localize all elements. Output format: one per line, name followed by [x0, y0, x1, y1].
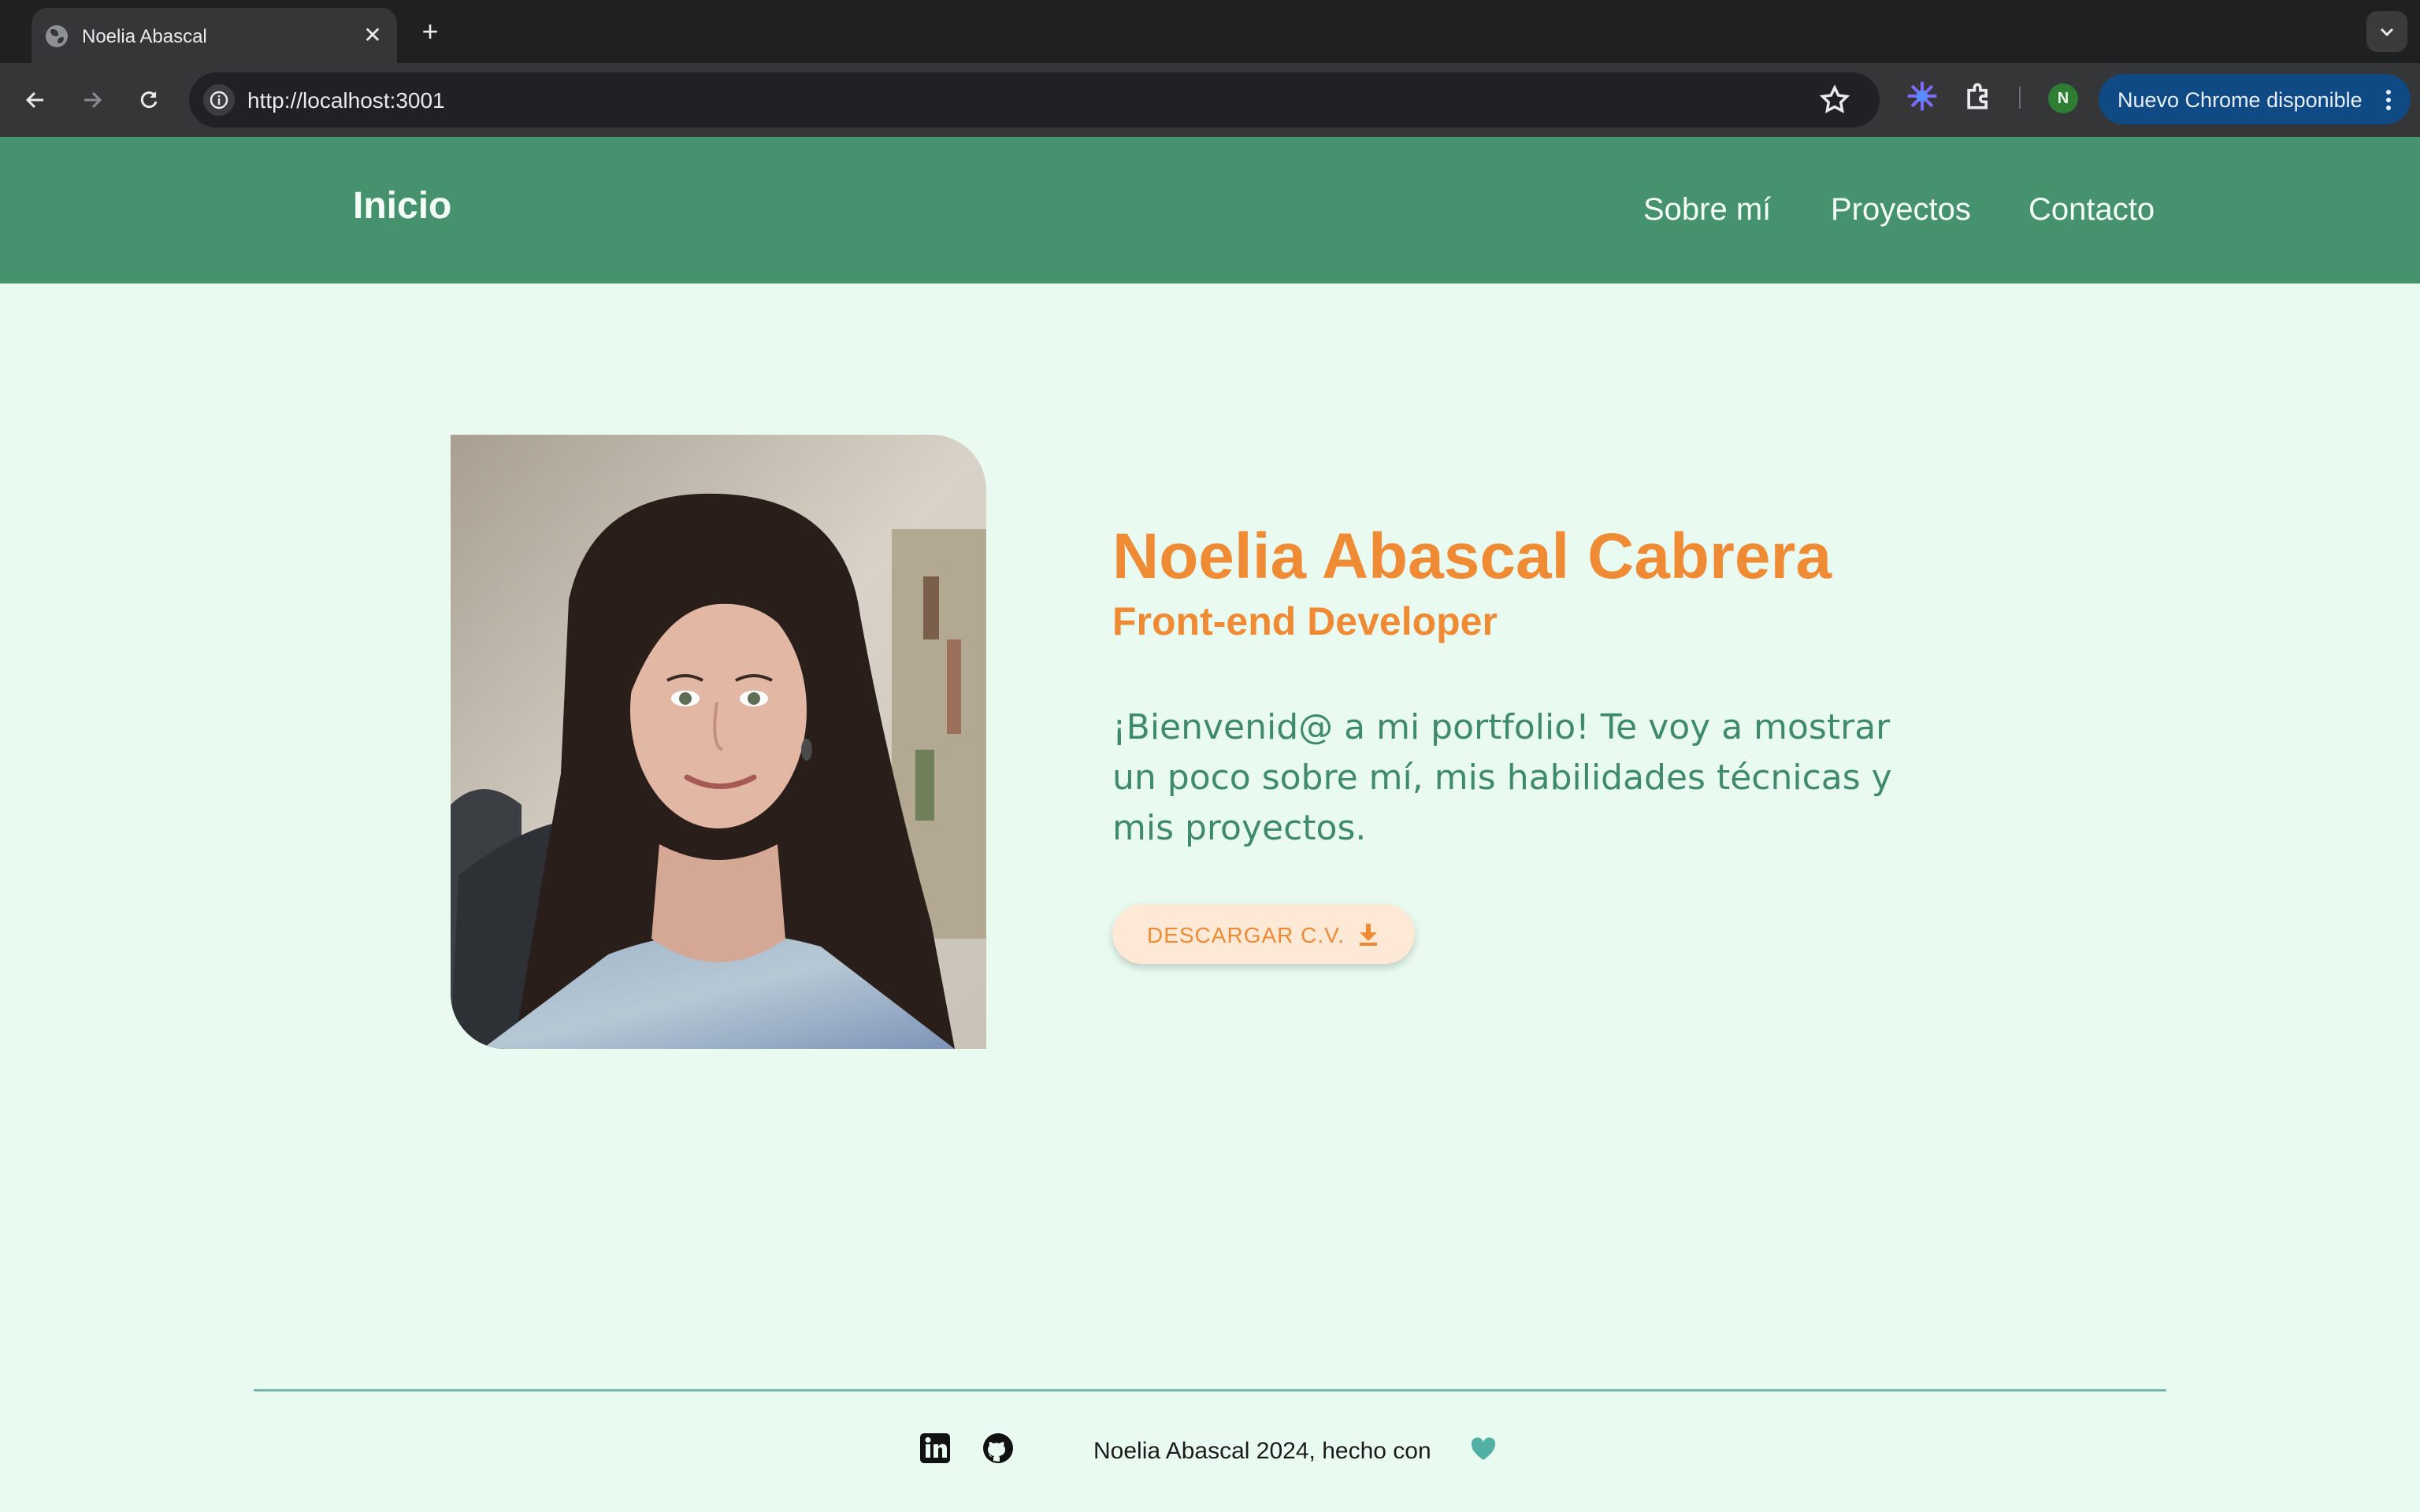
download-cv-label: DESCARGAR C.V.	[1147, 923, 1345, 947]
footer-divider	[254, 1389, 2166, 1392]
address-bar[interactable]: http://localhost:3001	[189, 72, 1880, 128]
browser-tab[interactable]: Noelia Abascal ✕	[32, 8, 397, 63]
hero-role: Front-end Developer	[1112, 599, 1498, 643]
forward-button[interactable]	[72, 80, 112, 120]
back-button[interactable]	[16, 80, 55, 120]
heart-icon	[1471, 1437, 1496, 1460]
site-header: Inicio Sobre mí Proyectos Contacto	[0, 137, 2420, 284]
tab-title: Noelia Abascal	[82, 26, 207, 47]
bookmark-star-icon[interactable]	[1818, 83, 1851, 117]
hero-intro: ¡Bienvenid@ a mi portfolio! Te voy a mos…	[1112, 707, 1892, 848]
new-tab-button[interactable]: +	[413, 14, 447, 49]
reload-icon	[140, 91, 158, 109]
url-text[interactable]: http://localhost:3001	[247, 88, 445, 113]
reload-button[interactable]	[129, 80, 169, 120]
info-icon	[210, 91, 228, 109]
nav-contact-link[interactable]: Contacto	[2028, 192, 2155, 228]
extension-burst-icon[interactable]	[1905, 79, 1939, 113]
toolbar-divider	[2019, 87, 2021, 109]
update-label: Nuevo Chrome disponible	[2118, 88, 2362, 112]
site-info-button[interactable]	[203, 84, 235, 116]
home-link[interactable]: Inicio	[353, 184, 451, 228]
arrow-right-icon	[84, 91, 102, 109]
globe-icon	[46, 25, 68, 47]
portrait-photo	[451, 435, 986, 1049]
hero-name: Noelia Abascal Cabrera	[1112, 521, 1832, 592]
chrome-update-button[interactable]: Nuevo Chrome disponible	[2099, 74, 2411, 124]
profile-avatar[interactable]: N	[2048, 83, 2078, 113]
close-tab-icon[interactable]: ✕	[356, 19, 389, 52]
download-icon	[1360, 924, 1377, 946]
browser-tabstrip: Noelia Abascal ✕ +	[0, 0, 2420, 63]
download-cv-button[interactable]: DESCARGAR C.V.	[1112, 904, 1415, 964]
chevron-down-icon	[2380, 28, 2394, 37]
github-icon[interactable]	[982, 1432, 1015, 1465]
nav-about-link[interactable]: Sobre mí	[1643, 192, 1771, 228]
footer-credit: Noelia Abascal 2024, hecho con	[1093, 1438, 1431, 1464]
tab-search-button[interactable]	[2366, 11, 2407, 52]
kebab-menu-icon[interactable]	[2377, 87, 2400, 113]
extensions-puzzle-icon[interactable]	[1962, 79, 1996, 113]
arrow-left-icon	[25, 91, 43, 109]
linkedin-icon[interactable]	[919, 1432, 952, 1465]
nav-projects-link[interactable]: Proyectos	[1831, 192, 1971, 228]
